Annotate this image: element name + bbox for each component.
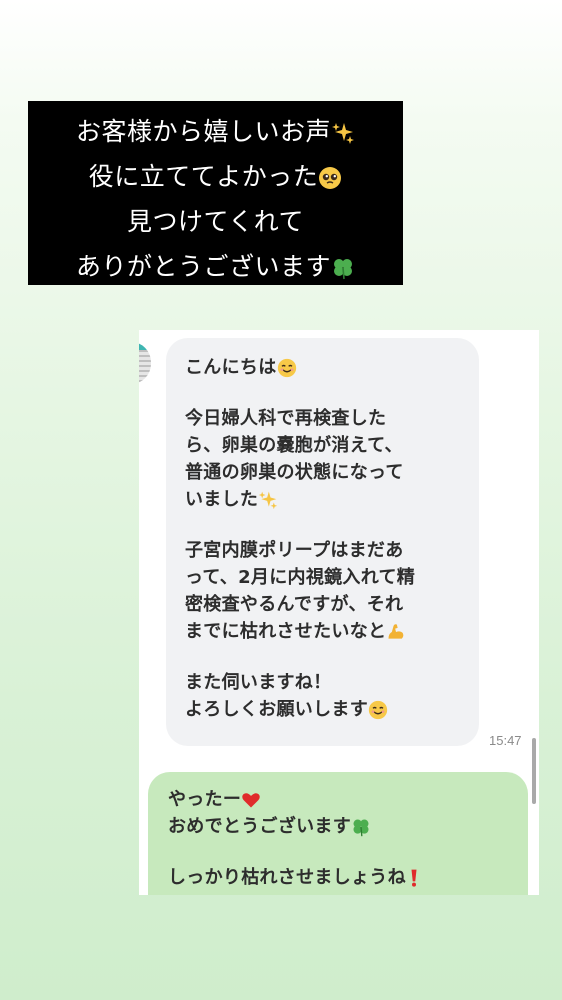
message-spacer bbox=[185, 381, 465, 405]
four-leaf-clover-icon bbox=[334, 259, 352, 280]
message-spacer bbox=[185, 645, 465, 669]
smiling-face-icon bbox=[368, 700, 388, 720]
caption-line-1: お客様から嬉しいお声 bbox=[32, 109, 399, 154]
message-timestamp: 15:47 bbox=[489, 733, 522, 748]
message-line: 密検査やるんですが、それ bbox=[185, 594, 404, 615]
message-line: また伺いますね！ bbox=[185, 672, 332, 693]
message-line: こんにちは bbox=[185, 354, 465, 381]
scrollbar[interactable] bbox=[532, 738, 536, 804]
message-line: までに枯れさせたいなと bbox=[185, 618, 465, 645]
message-line: 普通の卵巣の状態になって bbox=[185, 462, 404, 483]
red-exclamation-icon bbox=[411, 869, 417, 887]
caption-line-2: 役に立ててよかった bbox=[32, 154, 399, 199]
caption-line-3: 見つけてくれて bbox=[126, 207, 304, 236]
message-line: って、2月に内視鏡入れて精 bbox=[185, 567, 416, 588]
four-leaf-clover-icon bbox=[353, 819, 369, 837]
message-line: 子宮内膜ポリープはまだあ bbox=[185, 540, 404, 561]
sparkles-icon bbox=[259, 491, 278, 510]
chat-screenshot: こんにちは 今日婦人科で再検査した ら、卵巣の嚢胞が消えて、 普通の卵巣の状態に… bbox=[139, 330, 539, 895]
message-line: しっかり枯れさせましょうね bbox=[168, 864, 514, 891]
flexed-biceps-icon bbox=[388, 624, 404, 639]
message-line: よろしくお願いします bbox=[185, 696, 465, 723]
caption-line-4: ありがとうございます bbox=[32, 244, 399, 289]
caption-box: お客様から嬉しいお声 役に立ててよかった 見つけてくれて ありがとうございます bbox=[28, 101, 403, 285]
message-line: やったー bbox=[168, 786, 514, 813]
message-line: 今日婦人科で再検査した bbox=[185, 408, 387, 429]
message-line: おめでとうございます bbox=[168, 813, 514, 840]
message-line: ら、卵巣の嚢胞が消えて、 bbox=[185, 435, 403, 456]
incoming-message-bubble[interactable]: こんにちは 今日婦人科で再検査した ら、卵巣の嚢胞が消えて、 普通の卵巣の状態に… bbox=[166, 338, 479, 746]
message-spacer bbox=[185, 513, 465, 537]
sparkles-icon bbox=[332, 123, 354, 144]
smiling-face-icon bbox=[277, 358, 296, 378]
pleading-face-icon bbox=[319, 167, 342, 189]
red-heart-icon bbox=[242, 793, 260, 808]
avatar[interactable] bbox=[139, 342, 151, 384]
message-spacer bbox=[168, 840, 514, 864]
outgoing-message-bubble[interactable]: やったー おめでとうございます しっかり枯れさせましょうね bbox=[148, 772, 528, 895]
message-line: いました bbox=[185, 486, 465, 513]
